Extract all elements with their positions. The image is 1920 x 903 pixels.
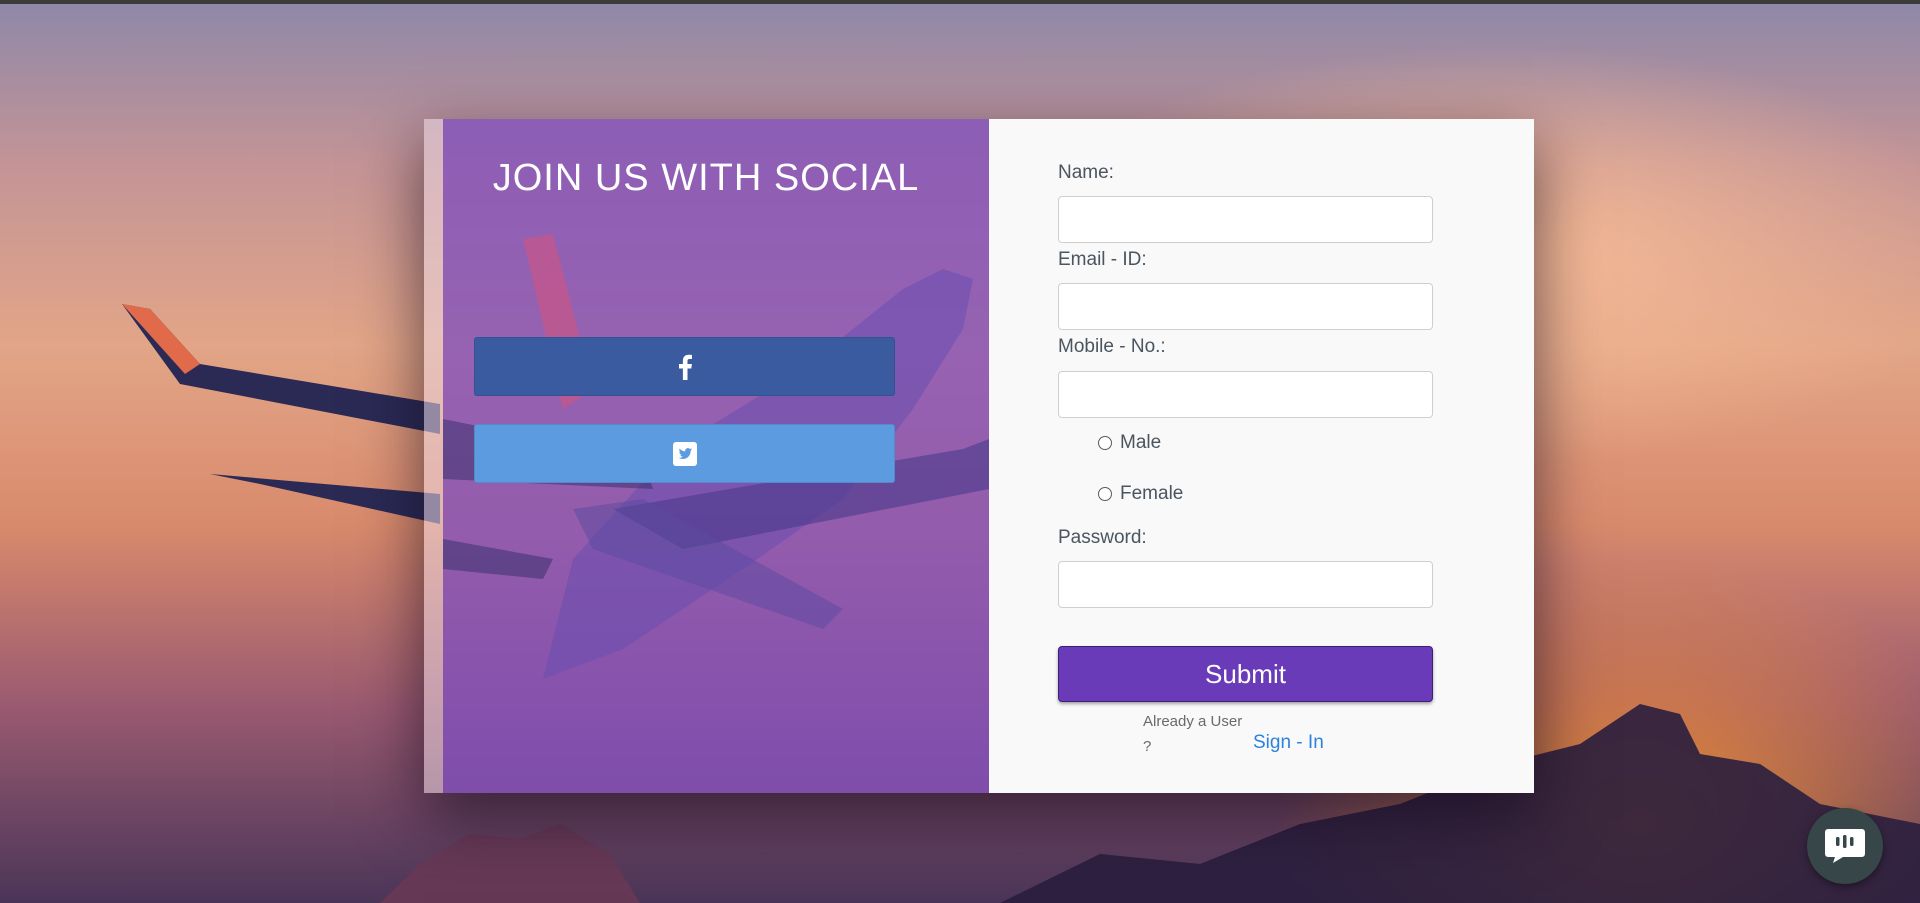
name-label: Name: [1058, 162, 1114, 183]
mobile-label: Mobile - No.: [1058, 336, 1166, 357]
already-user-text: Already a User ? [1143, 713, 1243, 755]
password-label: Password: [1058, 527, 1147, 548]
gender-option-female[interactable]: Female [1098, 483, 1183, 505]
facebook-f-icon [678, 354, 692, 380]
male-label: Male [1120, 432, 1162, 453]
facebook-login-button[interactable] [474, 337, 895, 396]
name-input[interactable] [1058, 196, 1433, 243]
gender-option-male[interactable]: Male [1098, 432, 1161, 454]
signup-form: Name: Email - ID: Mobile - No.: Male Fem… [989, 119, 1534, 793]
signup-card: JOIN US WITH SOCIAL Name: Email - ID: Mo… [424, 119, 1534, 793]
mobile-input[interactable] [1058, 371, 1433, 418]
twitter-login-button[interactable] [474, 424, 895, 483]
email-label: Email - ID: [1058, 249, 1147, 270]
password-input[interactable] [1058, 561, 1433, 608]
email-input[interactable] [1058, 283, 1433, 330]
sign-in-link[interactable]: Sign - In [1253, 732, 1324, 754]
card-left-strip [424, 119, 443, 793]
social-title: JOIN US WITH SOCIAL [492, 157, 920, 199]
social-panel: JOIN US WITH SOCIAL [443, 119, 989, 793]
female-label: Female [1120, 483, 1184, 504]
female-radio[interactable] [1098, 487, 1112, 501]
submit-button[interactable]: Submit [1058, 646, 1433, 702]
twitter-square-icon [672, 441, 697, 466]
chat-bubble-icon [1825, 829, 1865, 863]
chat-widget-button[interactable] [1807, 808, 1883, 884]
male-radio[interactable] [1098, 436, 1112, 450]
